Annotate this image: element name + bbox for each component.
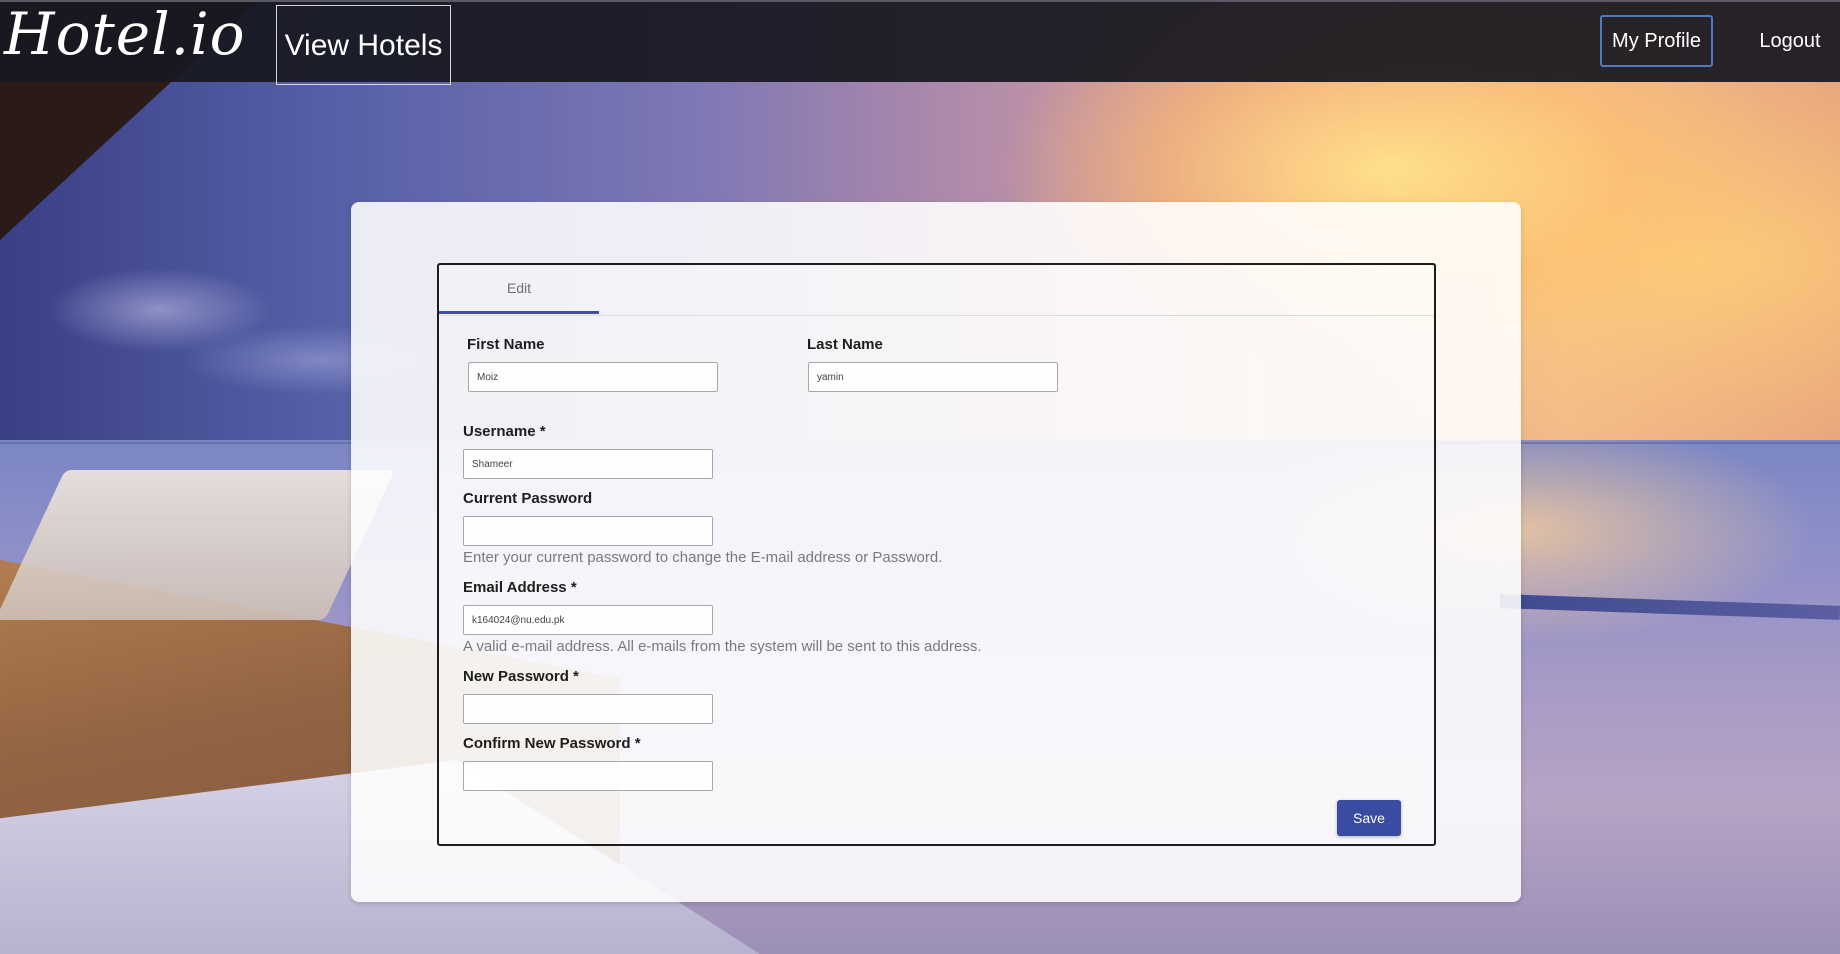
edit-profile-card: Edit First Name Last Name Username * Cur… (437, 263, 1436, 846)
confirm-password-label: Confirm New Password * (463, 735, 641, 752)
first-name-input[interactable] (468, 362, 718, 392)
site-logo[interactable]: Hotel.io (4, 0, 246, 80)
first-name-label: First Name (467, 336, 545, 353)
current-password-input[interactable] (463, 516, 713, 546)
tab-bar: Edit (439, 265, 1434, 316)
my-profile-link[interactable]: My Profile (1600, 15, 1713, 67)
profile-panel: Edit First Name Last Name Username * Cur… (351, 202, 1521, 902)
logout-link[interactable]: Logout (1748, 15, 1832, 67)
confirm-password-input[interactable] (463, 761, 713, 791)
new-password-label: New Password * (463, 668, 579, 685)
current-password-label: Current Password (463, 490, 593, 507)
last-name-input[interactable] (808, 362, 1058, 392)
email-label: Email Address * (463, 579, 577, 596)
view-hotels-link[interactable]: View Hotels (276, 5, 451, 85)
email-help: A valid e-mail address. All e-mails from… (463, 638, 982, 655)
top-navbar: Hotel.io View Hotels My Profile Logout (0, 0, 1840, 85)
username-label: Username * (463, 423, 546, 440)
save-button[interactable]: Save (1337, 800, 1401, 836)
current-password-help: Enter your current password to change th… (463, 549, 943, 566)
username-input[interactable] (463, 449, 713, 479)
tab-edit[interactable]: Edit (439, 265, 599, 314)
new-password-input[interactable] (463, 694, 713, 724)
last-name-label: Last Name (807, 336, 883, 353)
email-input[interactable] (463, 605, 713, 635)
